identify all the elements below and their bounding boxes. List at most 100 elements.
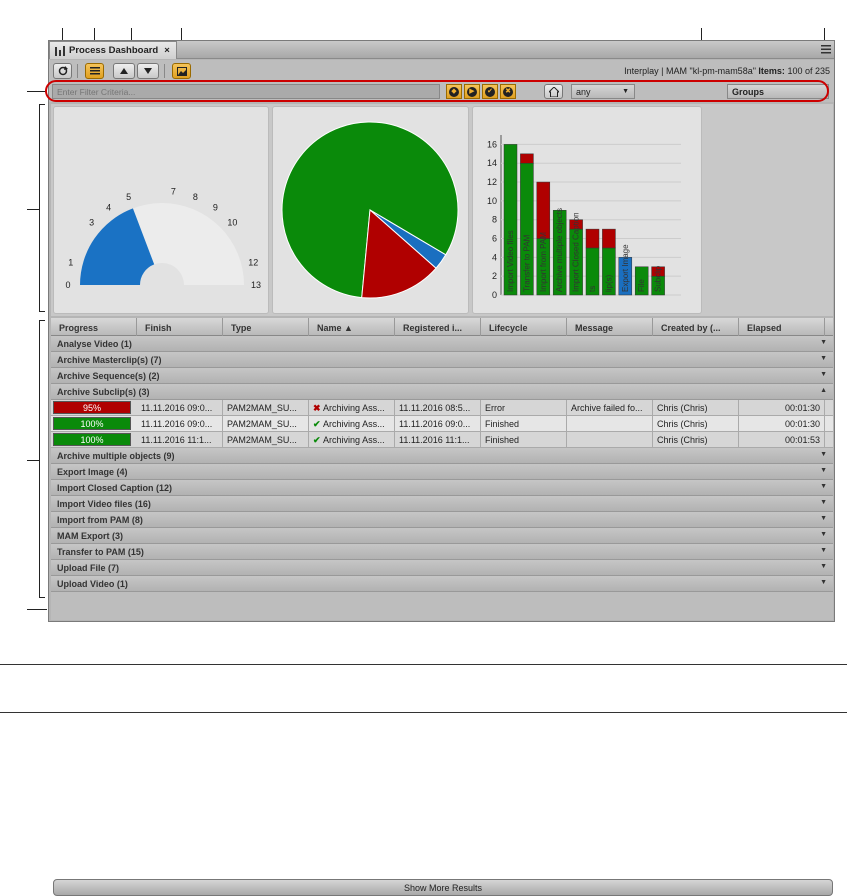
chevron-down-icon[interactable]: ▼	[820, 483, 827, 490]
chevron-down-icon	[144, 68, 152, 74]
chart-view-button[interactable]	[172, 63, 191, 79]
gauge-tick-label: 8	[193, 192, 198, 202]
table-cell: PAM2MAM_SU...	[223, 400, 309, 415]
column-header[interactable]: Created by (...	[653, 318, 739, 336]
charts-area: 0 1 3 4 5 7 8 9 10 12 13 0 2 4 6 8 10 12 14 16 Import Video…	[51, 104, 833, 316]
group-row[interactable]: Import from PAM (8) ▼	[51, 512, 833, 528]
table-row[interactable]: 95% 11.11.2016 09:0... PAM2MAM_SU... ✖ Arch…	[51, 400, 833, 416]
group-row[interactable]: Analyse Video (1) ▼	[51, 336, 833, 352]
chevron-up-icon	[120, 68, 128, 74]
table-cell: PAM2MAM_SU...	[223, 432, 309, 447]
group-row[interactable]: Archive Subclip(s) (3) ▲	[51, 384, 833, 400]
table-cell: Chris (Chris)	[653, 400, 739, 415]
group-row[interactable]: MAM Export (3) ▼	[51, 528, 833, 544]
gauge-tick-label: 7	[171, 187, 176, 197]
show-more-button[interactable]: Show More Results	[53, 879, 833, 896]
chevron-down-icon[interactable]: ▼	[820, 371, 827, 378]
gauge-tick-label: 9	[213, 203, 218, 213]
table-row[interactable]: 100% 11.11.2016 11:1... PAM2MAM_SU... ✔ Arc…	[51, 432, 833, 448]
y-tick-label: 0	[492, 290, 497, 300]
table-cell: PAM2MAM_SU...	[223, 416, 309, 431]
server-info: Interplay | MAM "kl-pm-mam58a" Items: 10…	[624, 66, 830, 76]
table-row[interactable]: 100% 11.11.2016 09:0... PAM2MAM_SU... ✔ Arc…	[51, 416, 833, 432]
pie-chart	[281, 121, 459, 299]
toolbar: Interplay | MAM "kl-pm-mam58a" Items: 10…	[49, 60, 834, 82]
column-header[interactable]: Progress	[51, 318, 137, 336]
group-row[interactable]: Import Closed Caption (12) ▼	[51, 480, 833, 496]
chevron-down-icon[interactable]: ▼	[820, 451, 827, 458]
column-header[interactable]: Registered i...	[395, 318, 481, 336]
expand-all-button[interactable]	[113, 63, 135, 79]
group-row[interactable]: Import Video files (16) ▼	[51, 496, 833, 512]
bar-label: Transfer to PAM	[522, 234, 531, 292]
group-label: Analyse Video (1)	[57, 339, 132, 349]
table-cell: 11.11.2016 09:0...	[137, 400, 223, 415]
chevron-down-icon[interactable]: ▼	[820, 547, 827, 554]
chevron-down-icon[interactable]: ▼	[820, 499, 827, 506]
tab-process-dashboard[interactable]: Process Dashboard ×	[49, 41, 177, 59]
group-label: Import Video files (16)	[57, 499, 151, 509]
gauge-tick-label: 13	[251, 280, 261, 290]
progress-bar: 100%	[53, 417, 131, 430]
check-icon: ✔	[313, 419, 324, 429]
table-cell: Finished	[481, 416, 567, 431]
group-row[interactable]: Archive Sequence(s) (2) ▼	[51, 368, 833, 384]
column-header[interactable]: Name ▲	[309, 318, 395, 336]
y-tick-label: 14	[487, 158, 497, 168]
group-row[interactable]: Archive multiple objects (9) ▼	[51, 448, 833, 464]
table-cell: 00:01:53	[739, 432, 825, 447]
gauge-panel: 0 1 3 4 5 7 8 9 10 12 13	[53, 106, 269, 314]
bar-chart-icon	[55, 46, 65, 56]
table-cell: 11.11.2016 11:1...	[395, 432, 481, 447]
group-label: Archive Masterclip(s) (7)	[57, 355, 162, 365]
bar-label: Subclip	[654, 265, 663, 292]
table-cell: 00:01:30	[739, 416, 825, 431]
bar-label: Export Image	[621, 244, 630, 292]
chevron-down-icon[interactable]: ▼	[820, 531, 827, 538]
table-cell: ✔ Archiving Ass...	[309, 432, 395, 447]
bar-error	[536, 181, 551, 239]
progress-bar: 95%	[53, 401, 131, 414]
process-dashboard-window: Process Dashboard × Interplay | MAM "kl-…	[45, 40, 835, 896]
items-count: 100 of 235	[787, 66, 830, 76]
table-cell: Chris (Chris)	[653, 432, 739, 447]
group-row[interactable]: Transfer to PAM (15) ▼	[51, 544, 833, 560]
column-header[interactable]: Lifecycle	[481, 318, 567, 336]
table-cell: 11.11.2016 08:5...	[395, 400, 481, 415]
group-row[interactable]: Archive Masterclip(s) (7) ▼	[51, 352, 833, 368]
table-cell: ✔ Archiving Ass...	[309, 416, 395, 431]
table-cell: Chris (Chris)	[653, 416, 739, 431]
group-row[interactable]: Upload Video (1) ▼	[51, 576, 833, 592]
chevron-down-icon[interactable]: ▼	[820, 467, 827, 474]
bar-chart: 0 2 4 6 8 10 12 14 16 Import Video files Transfer …	[487, 135, 681, 300]
chevron-up-icon[interactable]: ▲	[820, 387, 827, 394]
bar-label: Archive multiple objects	[555, 208, 564, 292]
list-view-button[interactable]	[85, 63, 104, 79]
column-header[interactable]: Finish	[137, 318, 223, 336]
y-tick-label: 10	[487, 196, 497, 206]
pie-panel	[272, 106, 469, 314]
menu-icon[interactable]	[821, 43, 831, 55]
chevron-down-icon[interactable]: ▼	[820, 579, 827, 586]
column-header[interactable]: Elapsed	[739, 318, 825, 336]
bar-label: Import from PAM	[539, 232, 548, 292]
column-header[interactable]: Message	[567, 318, 653, 336]
table-cell: Archive failed fo...	[567, 400, 653, 415]
gauge-tick-label: 5	[126, 192, 131, 202]
bar-error	[602, 228, 616, 249]
table-cell: 11.11.2016 09:0...	[395, 416, 481, 431]
bar-label: Import Closed Caption	[572, 212, 581, 292]
chevron-down-icon[interactable]: ▼	[820, 355, 827, 362]
group-row[interactable]: Upload File (7) ▼	[51, 560, 833, 576]
group-label: Import from PAM (8)	[57, 515, 143, 525]
chevron-down-icon[interactable]: ▼	[820, 515, 827, 522]
chevron-down-icon[interactable]: ▼	[820, 563, 827, 570]
column-header[interactable]: Type	[223, 318, 309, 336]
group-row[interactable]: Export Image (4) ▼	[51, 464, 833, 480]
gauge-tick-label: 0	[65, 280, 70, 290]
gauge-tick-label: 4	[106, 203, 111, 213]
chevron-down-icon[interactable]: ▼	[820, 339, 827, 346]
refresh-button[interactable]	[53, 63, 72, 79]
tab-close-button[interactable]: ×	[164, 45, 170, 56]
collapse-all-button[interactable]	[137, 63, 159, 79]
